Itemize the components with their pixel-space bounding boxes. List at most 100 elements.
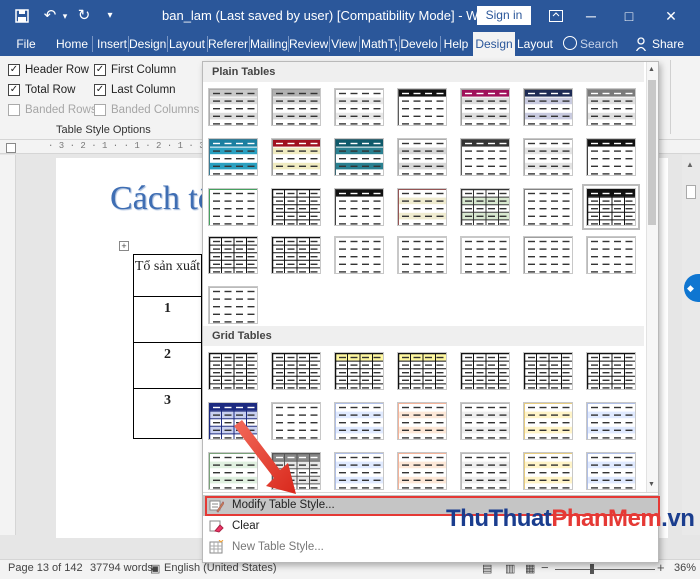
tab-table-layout[interactable]: Layout — [515, 32, 555, 56]
tab-file[interactable]: File — [10, 32, 42, 56]
tab-references[interactable]: Referer — [208, 32, 248, 56]
tab-developer[interactable]: Develo — [400, 32, 438, 56]
table-style-thumbnail[interactable] — [334, 402, 384, 440]
table-style-thumbnail[interactable] — [586, 452, 636, 490]
table-style-thumbnail[interactable] — [460, 352, 510, 390]
maximize-icon[interactable]: □ — [618, 5, 640, 27]
table-style-thumbnail[interactable] — [271, 88, 321, 126]
table-style-thumbnail[interactable] — [397, 188, 447, 226]
new-table-style-menu-item[interactable]: New Table Style... — [203, 537, 658, 558]
table-style-thumbnail[interactable] — [397, 236, 447, 274]
table-style-thumbnail[interactable] — [523, 352, 573, 390]
header-row-checkbox[interactable]: ✓ Header Row — [8, 62, 89, 78]
table-style-thumbnail[interactable] — [586, 236, 636, 274]
banded-rows-checkbox[interactable]: Banded Rows — [8, 102, 97, 118]
ribbon-display-icon[interactable] — [545, 5, 567, 27]
tab-layout[interactable]: Layout — [168, 32, 206, 56]
table-style-thumbnail[interactable] — [334, 236, 384, 274]
table-style-thumbnail[interactable] — [582, 184, 640, 230]
table-style-thumbnail[interactable] — [523, 402, 573, 440]
table-style-thumbnail[interactable] — [397, 88, 447, 126]
tab-mailings[interactable]: Mailing — [250, 32, 287, 56]
table-style-thumbnail[interactable] — [460, 452, 510, 490]
save-icon[interactable] — [12, 6, 32, 26]
tab-review[interactable]: Review — [289, 32, 328, 56]
table-style-thumbnail[interactable] — [523, 188, 573, 226]
scroll-up-icon[interactable]: ▲ — [648, 66, 655, 73]
table-style-thumbnail[interactable] — [208, 188, 258, 226]
table-style-thumbnail[interactable] — [208, 138, 258, 176]
table-style-thumbnail[interactable] — [271, 188, 321, 226]
language[interactable]: English (United States) — [164, 562, 277, 574]
proofing-icon[interactable]: ▣ — [150, 562, 160, 575]
table-style-thumbnail[interactable] — [586, 402, 636, 440]
table-style-thumbnail[interactable] — [523, 236, 573, 274]
scrollbar-thumb[interactable] — [686, 185, 696, 199]
customize-qat-icon[interactable]: ▾ — [100, 6, 120, 26]
vertical-scrollbar[interactable] — [682, 155, 700, 535]
zoom-slider-thumb[interactable] — [590, 564, 594, 574]
banded-columns-checkbox[interactable]: Banded Columns — [94, 102, 199, 118]
table-style-thumbnail[interactable] — [460, 236, 510, 274]
tab-mathtype[interactable]: MathTy — [361, 32, 397, 56]
tab-selector-icon[interactable] — [6, 143, 16, 153]
table-style-thumbnail[interactable] — [208, 286, 258, 324]
table-style-thumbnail[interactable] — [460, 402, 510, 440]
share-button[interactable]: Share — [652, 32, 684, 56]
table-style-thumbnail[interactable] — [334, 452, 384, 490]
table-style-thumbnail[interactable] — [208, 88, 258, 126]
document-table[interactable]: Tổ sản xuất 1 2 3 — [133, 254, 210, 439]
table-style-thumbnail[interactable] — [271, 236, 321, 274]
scroll-up-icon[interactable]: ▲ — [686, 160, 694, 169]
sign-in-button[interactable]: Sign in — [477, 6, 531, 25]
table-cell[interactable]: 3 — [133, 388, 202, 439]
first-column-checkbox[interactable]: ✓ First Column — [94, 62, 176, 78]
table-move-handle-icon[interactable]: + — [119, 241, 129, 251]
table-style-thumbnail[interactable] — [397, 452, 447, 490]
print-layout-icon[interactable]: ▥ — [505, 562, 515, 575]
table-style-thumbnail[interactable] — [397, 138, 447, 176]
tab-help[interactable]: Help — [442, 32, 470, 56]
table-style-thumbnail[interactable] — [334, 138, 384, 176]
tab-table-design[interactable]: Design — [473, 32, 515, 56]
table-style-thumbnail[interactable] — [334, 188, 384, 226]
total-row-checkbox[interactable]: ✓ Total Row — [8, 82, 76, 98]
tab-insert[interactable]: Insert — [94, 32, 130, 56]
table-style-thumbnail[interactable] — [460, 88, 510, 126]
page-count[interactable]: Page 13 of 142 — [8, 562, 83, 574]
word-count[interactable]: 37794 words — [90, 562, 153, 574]
read-mode-icon[interactable]: ▤ — [482, 562, 492, 575]
table-cell[interactable]: 2 — [133, 342, 202, 389]
table-style-thumbnail[interactable] — [208, 352, 258, 390]
table-style-thumbnail[interactable] — [586, 88, 636, 126]
table-style-thumbnail[interactable] — [334, 88, 384, 126]
tab-home[interactable]: Home — [54, 32, 90, 56]
zoom-level[interactable]: 36% — [674, 562, 696, 574]
last-column-checkbox[interactable]: ✓ Last Column — [94, 82, 176, 98]
tab-design[interactable]: Design — [129, 32, 166, 56]
table-style-thumbnail[interactable] — [523, 138, 573, 176]
scroll-down-icon[interactable]: ▼ — [648, 481, 655, 488]
table-style-thumbnail[interactable] — [586, 138, 636, 176]
table-style-thumbnail[interactable] — [271, 138, 321, 176]
table-style-thumbnail[interactable] — [334, 352, 384, 390]
zoom-slider[interactable] — [555, 569, 655, 570]
tab-view[interactable]: View — [330, 32, 358, 56]
table-style-thumbnail[interactable] — [460, 138, 510, 176]
table-style-thumbnail[interactable] — [271, 352, 321, 390]
gallery-scrollbar-thumb[interactable] — [648, 80, 656, 225]
table-style-thumbnail[interactable] — [208, 236, 258, 274]
web-layout-icon[interactable]: ▦ — [525, 562, 535, 575]
minimize-icon[interactable]: ─ — [580, 5, 602, 27]
redo-icon[interactable]: ↻ — [74, 6, 94, 26]
table-cell[interactable]: 1 — [133, 296, 202, 343]
close-icon[interactable]: ✕ — [660, 5, 682, 27]
table-style-thumbnail[interactable] — [523, 88, 573, 126]
table-style-thumbnail[interactable] — [397, 402, 447, 440]
table-style-thumbnail[interactable] — [460, 188, 510, 226]
tell-me-search[interactable]: Search — [580, 32, 618, 56]
table-style-thumbnail[interactable] — [397, 352, 447, 390]
undo-dropdown-icon[interactable]: ▾ — [55, 6, 75, 26]
table-cell[interactable]: Tổ sản xuất — [133, 254, 202, 297]
table-style-thumbnail[interactable] — [586, 352, 636, 390]
